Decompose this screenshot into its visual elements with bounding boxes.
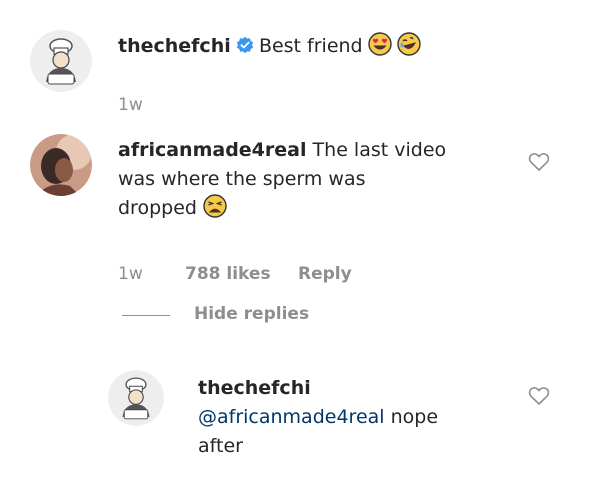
- comment-line: dropped: [118, 194, 508, 227]
- comment-username[interactable]: thechefchi: [118, 35, 231, 57]
- heart-eyes-emoji: [368, 32, 392, 60]
- avatar-thechefchi-reply[interactable]: [108, 370, 164, 426]
- tired-face-emoji: [203, 194, 227, 227]
- heart-outline-icon[interactable]: [528, 152, 550, 176]
- comment-text: dropped: [118, 197, 197, 219]
- comment-body: africanmade4real The last video was wher…: [118, 136, 508, 227]
- avatar-africanmade4real[interactable]: [30, 134, 92, 196]
- comment-username[interactable]: africanmade4real: [118, 139, 307, 161]
- comment-timestamp[interactable]: 1w: [118, 95, 143, 115]
- reply-username[interactable]: thechefchi: [198, 374, 498, 403]
- comment-text: Best friend: [258, 35, 363, 57]
- comment-timestamp[interactable]: 1w: [118, 264, 143, 284]
- like-count[interactable]: 788 likes: [185, 264, 271, 284]
- mention-link[interactable]: @africanmade4real: [198, 406, 385, 428]
- avatar-thechefchi[interactable]: [30, 30, 92, 92]
- reply-button[interactable]: Reply: [298, 264, 352, 284]
- reply-text: nope: [390, 406, 439, 428]
- comment-text: The last video: [312, 139, 447, 161]
- rolling-laughing-emoji: [397, 32, 421, 60]
- comment-line: africanmade4real The last video: [118, 136, 508, 165]
- reply-body: thechefchi @africanmade4real nope after: [198, 374, 498, 461]
- hide-replies-divider: [122, 315, 170, 316]
- hide-replies-button[interactable]: Hide replies: [194, 304, 309, 324]
- comment-line: was where the sperm was: [118, 168, 366, 190]
- comment-body: thechefchi Best friend: [118, 32, 421, 61]
- comment-line: after: [198, 435, 243, 457]
- comment-line: @africanmade4real nope: [198, 403, 498, 432]
- verified-badge-icon: [236, 36, 254, 58]
- heart-outline-icon[interactable]: [528, 386, 550, 410]
